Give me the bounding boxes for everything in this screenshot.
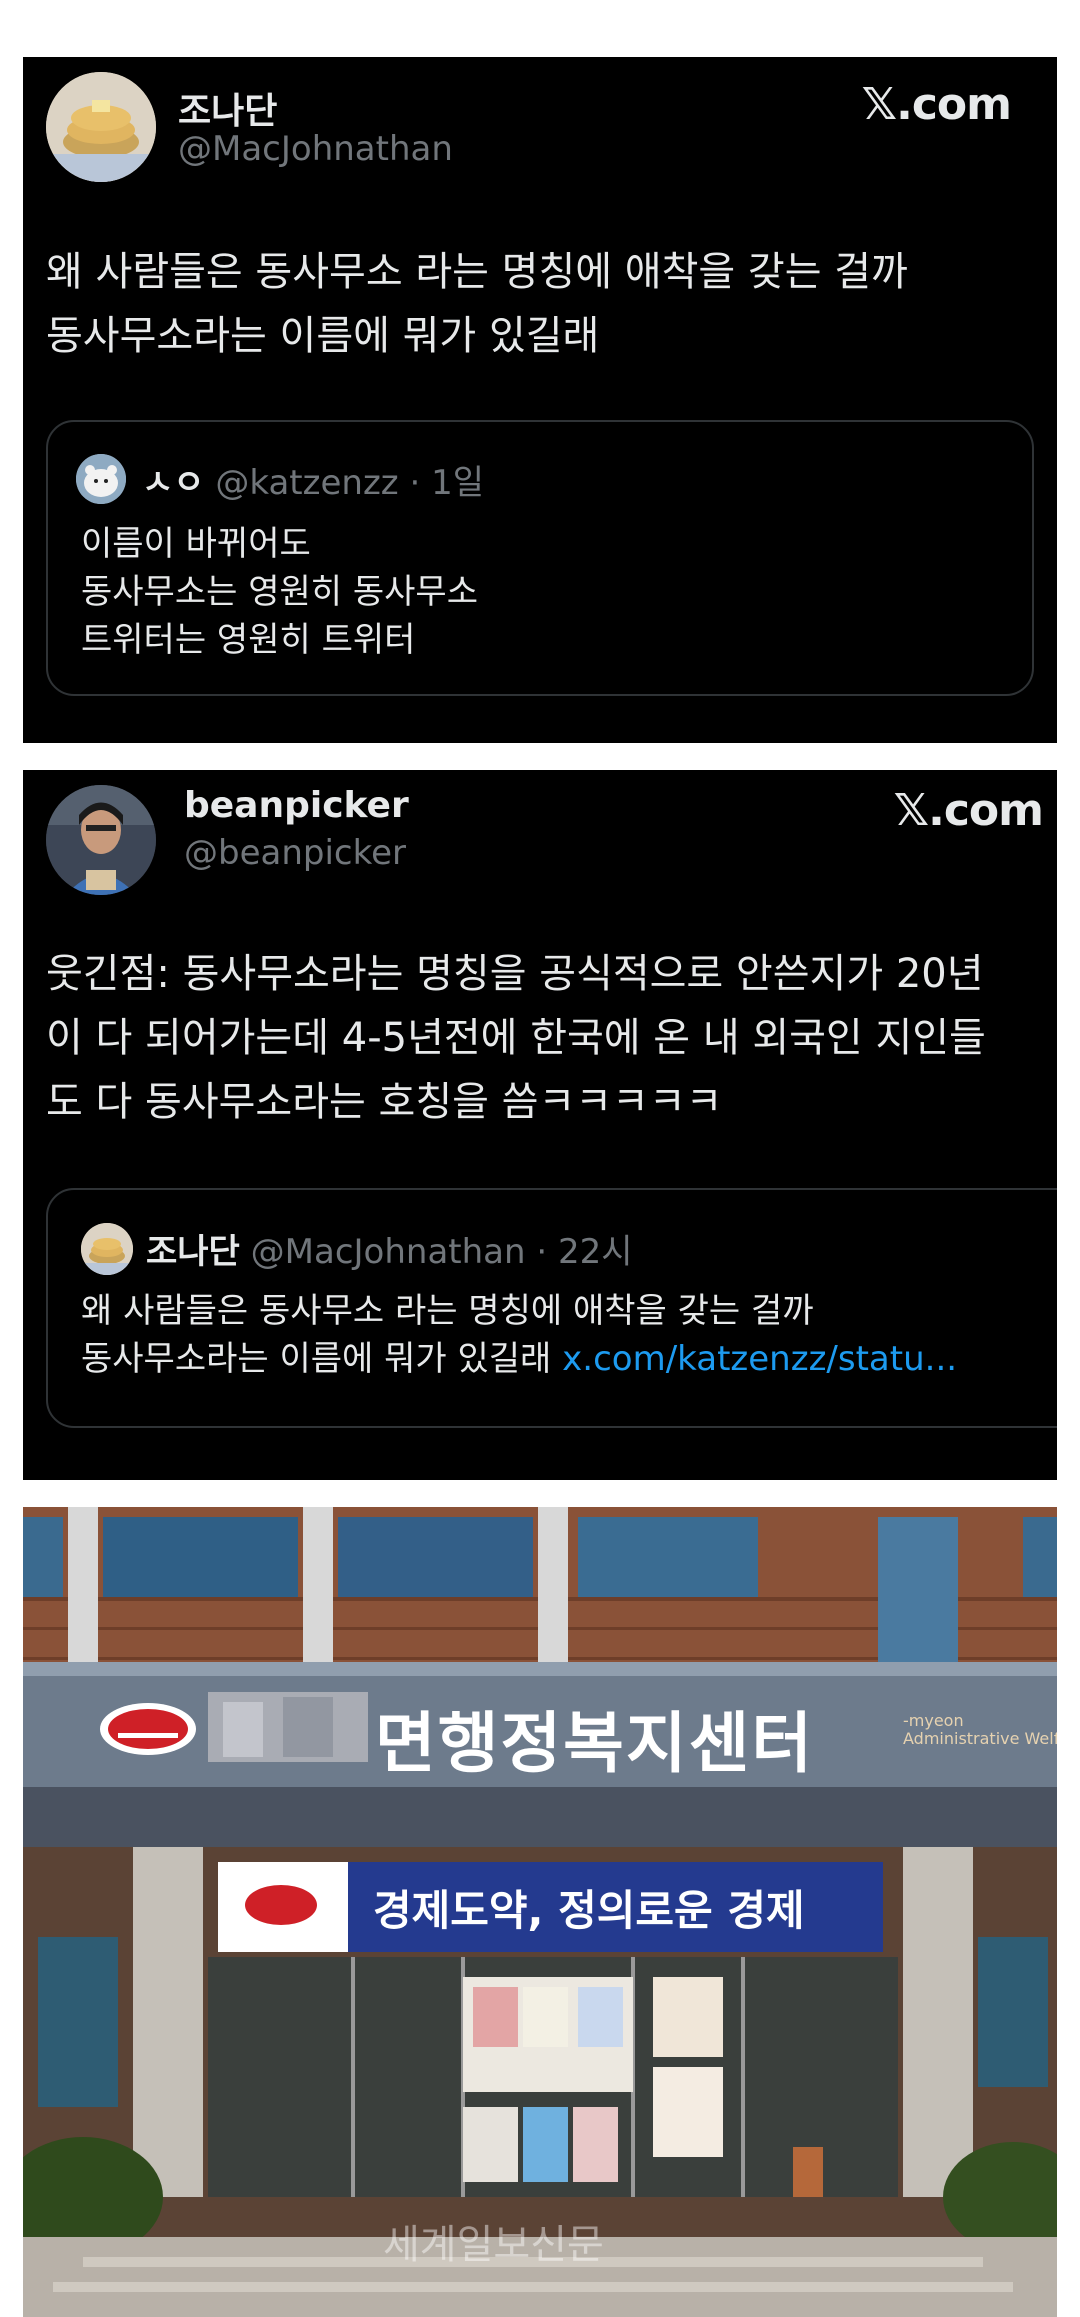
user-handle[interactable]: @MacJohnathan xyxy=(178,129,453,169)
tweet-text: 왜 사람들은 동사무소 라는 명칭에 애착을 갖는 걸까 동사무소라는 이름에 … xyxy=(46,249,908,359)
watermark: 세계일보신문 xyxy=(383,2222,604,2268)
tweet-card[interactable]: 조나단 @MacJohnathan 𝕏.com 왜 사람들은 동사무소 라는 명… xyxy=(23,57,1057,743)
quote-display-name: ㅅㅇ xyxy=(142,463,205,503)
quoted-tweet[interactable]: ㅅㅇ @katzenzz · 1일 이름이 바뀌어도 동사무소는 영원히 동사무… xyxy=(46,420,1034,696)
user-handle[interactable]: @beanpicker xyxy=(184,833,406,873)
pancake-avatar-icon xyxy=(46,72,156,182)
pancake-avatar-icon xyxy=(81,1223,133,1275)
office-sign-text: 면행정복지센터 xyxy=(375,1705,815,1782)
quoted-tweet[interactable]: 조나단 @MacJohnathan · 22시 왜 사람들은 동사무소 라는 명… xyxy=(46,1188,1057,1428)
office-sign-english: -myeon Administrative Welfare xyxy=(903,1711,1057,1748)
office-building-photo: 면행정복지센터 -myeon Administrative Welfare 경제… xyxy=(23,1507,1057,2317)
display-name[interactable]: beanpicker xyxy=(184,785,409,826)
quote-link[interactable]: x.com/katzenzz/statu... xyxy=(562,1339,957,1379)
avatar[interactable] xyxy=(46,785,156,895)
quote-handle: @katzenzz xyxy=(215,463,399,503)
quote-header: ㅅㅇ @katzenzz · 1일 xyxy=(142,455,484,504)
banner-slogan: 경제도약, 정의로운 경제 xyxy=(373,1886,805,1935)
quote-display-name: 조나단 xyxy=(146,1232,240,1272)
tweet-text: 웃긴점: 동사무소라는 명칭을 공식적으로 안쓴지가 20년 이 다 되어가는데… xyxy=(46,951,986,1125)
quote-time: · 1일 xyxy=(398,463,484,503)
quote-time: · 22시 xyxy=(525,1232,633,1272)
avatar xyxy=(76,454,126,504)
x-logo: 𝕏.com xyxy=(861,79,1012,130)
x-logo: 𝕏.com xyxy=(893,785,1044,836)
avatar xyxy=(81,1223,133,1275)
quote-handle: @MacJohnathan xyxy=(250,1232,526,1272)
avatar[interactable] xyxy=(46,72,156,182)
person-avatar-icon xyxy=(46,785,156,895)
quote-text: 이름이 바뀌어도 동사무소는 영원히 동사무소 트위터는 영원히 트위터 xyxy=(81,524,478,660)
bear-avatar-icon xyxy=(76,454,126,504)
display-name[interactable]: 조나단 xyxy=(178,82,277,134)
tweet-card[interactable]: beanpicker @beanpicker 𝕏.com 웃긴점: 동사무소라는… xyxy=(23,770,1057,1480)
quote-header: 조나단 @MacJohnathan · 22시 xyxy=(146,1224,633,1273)
quote-text: 왜 사람들은 동사무소 라는 명칭에 애착을 갖는 걸까 동사무소라는 이름에 … xyxy=(81,1291,958,1379)
